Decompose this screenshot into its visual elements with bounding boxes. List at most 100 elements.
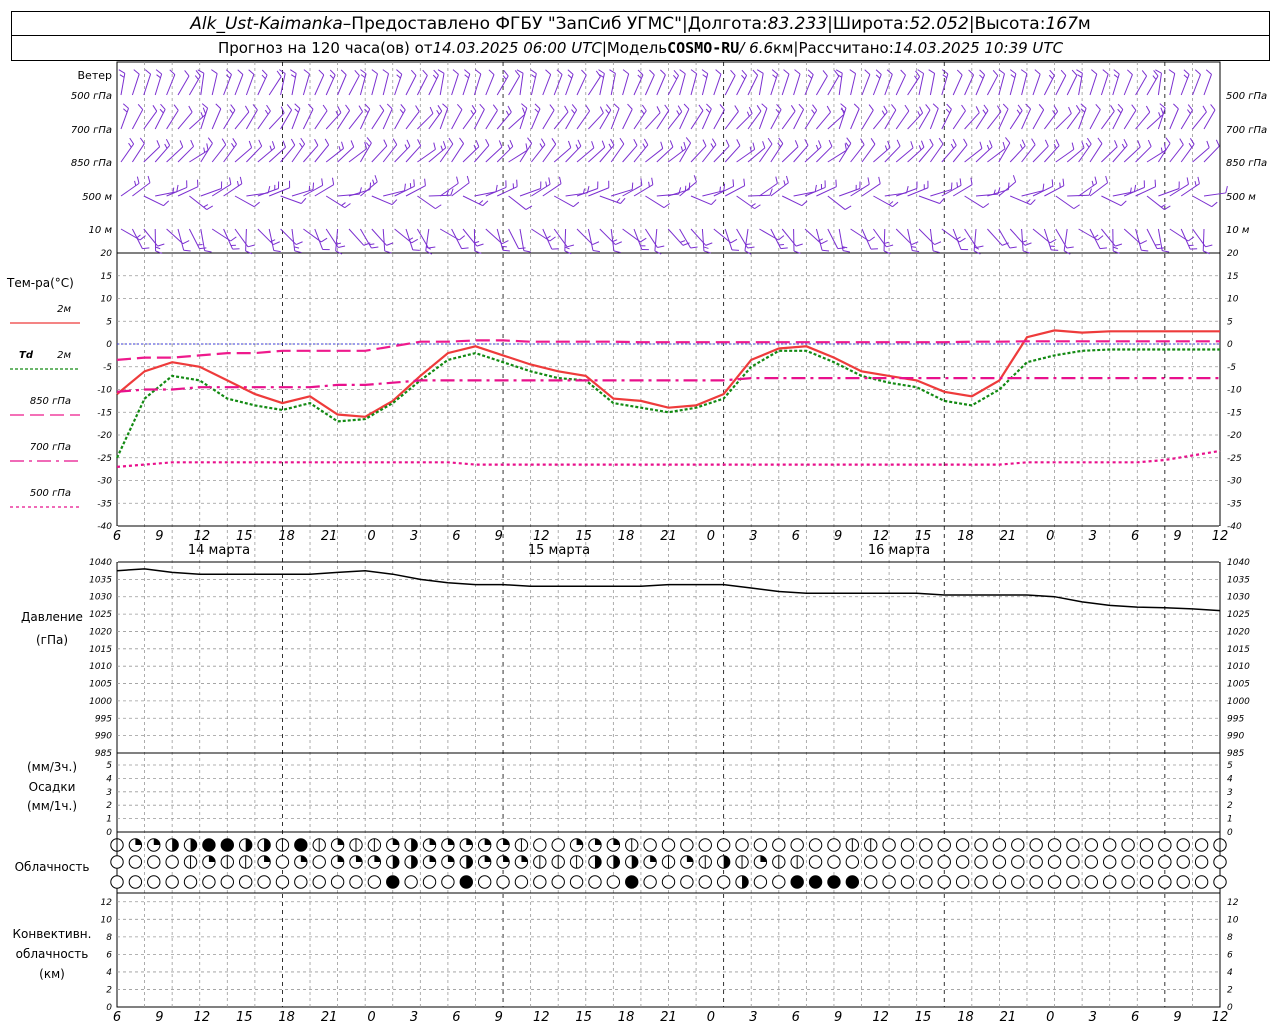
wind-barb-feather xyxy=(1059,182,1061,188)
cloud-fill-half xyxy=(337,838,344,845)
pressure-tick-right: 1030 xyxy=(1227,593,1250,603)
temp-tick-left: 15 xyxy=(101,272,113,282)
cloud-circle xyxy=(919,875,933,889)
wind-barb-feather xyxy=(775,176,778,184)
cloud-fill-full xyxy=(809,875,822,889)
wind-barb xyxy=(257,74,268,96)
wind-barb xyxy=(485,110,498,130)
wind-barb-feather xyxy=(1071,69,1078,76)
wind-barb xyxy=(371,195,393,206)
precip-tick-left: 2 xyxy=(106,801,112,811)
cloud-circle xyxy=(1103,875,1117,889)
wind-barb-feather xyxy=(868,236,876,242)
cloud-circle xyxy=(1176,838,1190,852)
wind-barb xyxy=(1021,73,1028,96)
cloud-cover-symbol xyxy=(735,875,749,889)
hour-tick-bottom: 6 xyxy=(1131,1010,1139,1024)
wind-barb xyxy=(1112,73,1120,96)
wind-barb xyxy=(120,143,135,163)
hour-tick-top: 21 xyxy=(660,529,677,544)
wind-barb xyxy=(952,184,973,197)
wind-barb-feather xyxy=(912,250,920,253)
wind-barb-feather xyxy=(559,176,562,184)
wind-barb-feather xyxy=(183,249,191,252)
wind-barb-feather xyxy=(685,137,691,144)
wind-barb-feather xyxy=(337,106,342,113)
cloud-cover-symbol xyxy=(367,855,382,869)
wind-barb-feather xyxy=(525,143,528,151)
wind-barb xyxy=(1078,182,1097,197)
wind-barb xyxy=(143,73,152,96)
cloud-cover-symbol xyxy=(551,838,565,852)
wind-barb-feather xyxy=(950,143,955,149)
cloud-cover-symbol xyxy=(919,855,933,869)
hour-tick-bottom: 0 xyxy=(707,1010,715,1024)
wind-barb-feather xyxy=(119,74,125,78)
wind-barb xyxy=(736,75,748,96)
hour-tick-top: 15 xyxy=(915,529,932,544)
wind-barb xyxy=(1169,108,1179,130)
wind-barb-feather xyxy=(371,69,378,75)
wind-barb-feather xyxy=(743,178,746,186)
cloud-cover-symbol xyxy=(919,875,933,889)
wind-barb-feather xyxy=(247,244,255,248)
wind-barb xyxy=(1078,143,1092,163)
wind-barb xyxy=(200,143,213,163)
hour-tick-bottom: 12 xyxy=(1212,1010,1229,1024)
wind-barb-feather xyxy=(1020,69,1028,75)
cloud-cover-symbol xyxy=(404,875,418,889)
wind-barb-feather xyxy=(846,137,852,144)
wind-barb xyxy=(1180,109,1193,130)
cloud-fill-full xyxy=(202,838,216,852)
wind-barb-feather xyxy=(509,139,514,147)
cloud-cover-symbol xyxy=(386,838,400,852)
wind-barb-feather xyxy=(881,110,886,116)
wind-barb xyxy=(1066,110,1081,130)
wind-barb-feather xyxy=(845,142,850,148)
wind-barb xyxy=(359,228,372,249)
cloud-cover-symbol xyxy=(625,875,639,889)
wind-barb xyxy=(325,195,346,209)
wind-barb-feather xyxy=(173,104,179,111)
hour-tick-top: 18 xyxy=(278,529,295,544)
hour-tick-bottom: 3 xyxy=(410,1010,418,1024)
cloud-fill-half xyxy=(447,838,455,845)
wind-barb-feather xyxy=(826,105,831,113)
wind-barb-feather xyxy=(152,105,158,112)
wind-barb-feather xyxy=(530,69,537,74)
cloud-cover-symbol xyxy=(716,875,731,889)
wind-barb-feather xyxy=(248,140,253,148)
cloud-fill-full xyxy=(460,875,473,889)
cloud-cover-symbol xyxy=(183,875,198,889)
wind-barb xyxy=(1180,228,1191,250)
wind-barb-feather xyxy=(1080,108,1086,113)
wind-barb-feather xyxy=(458,235,466,241)
cloud-circle xyxy=(441,875,455,889)
wind-barb-feather xyxy=(392,138,398,145)
wind-barb-feather xyxy=(335,250,343,255)
cloud-cover-symbol xyxy=(386,875,400,889)
cloud-circle xyxy=(827,838,841,852)
wind-barb-feather xyxy=(1077,74,1082,78)
wind-barb xyxy=(1021,108,1032,130)
cloud-circle xyxy=(1011,838,1025,852)
wind-barb-feather xyxy=(1117,108,1122,114)
wind-barb-feather xyxy=(979,69,985,76)
wind-barb-feather xyxy=(1115,243,1123,247)
wind-barb-feather xyxy=(354,69,360,76)
cloud-circle xyxy=(1194,855,1209,869)
cloud-cover-symbol xyxy=(772,875,786,889)
pressure-unit: (гПа) xyxy=(36,633,68,647)
wind-barb-feather xyxy=(211,69,218,74)
cloud-cover-symbol xyxy=(477,855,492,869)
wind-barb-feather xyxy=(1159,103,1166,109)
wind-barb-feather xyxy=(801,200,808,207)
time-axis: 6 6 9 9 12 12 15 15 18 18 21 21 0 0 3 3 6 6 9 9 12 12 15 15 18 18… xyxy=(113,529,1228,1024)
wind-barb-feather xyxy=(290,138,296,146)
cloud-cover-symbol xyxy=(808,875,823,889)
hour-tick-bottom: 12 xyxy=(533,1010,550,1024)
wind-barb xyxy=(1124,186,1145,197)
wind-barb xyxy=(1146,228,1158,249)
wind-barb xyxy=(645,148,664,163)
temp-tick-left: 10 xyxy=(101,295,113,305)
